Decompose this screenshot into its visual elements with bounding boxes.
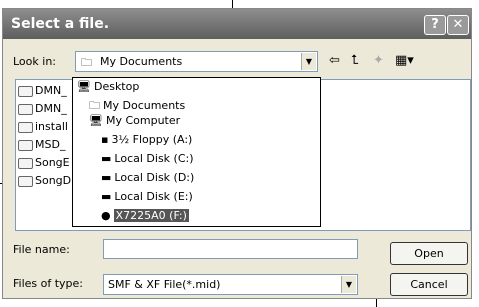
dropdown-item-local-disk-e[interactable]: ▬ Local Disk (E:) — [101, 190, 193, 206]
look-in-label: Look in: — [13, 55, 56, 68]
folder-icon — [18, 103, 33, 115]
look-in-value: My Documents — [100, 55, 183, 68]
folder-icon — [18, 175, 33, 187]
disk-icon: ▬ — [101, 152, 112, 165]
dropdown-item-my-computer[interactable]: 🖥 My Computer — [89, 114, 180, 130]
file-name-input[interactable] — [103, 239, 358, 259]
files-of-type-select[interactable]: SMF & XF File(*.mid) ▼ — [103, 274, 358, 295]
help-button[interactable]: ? — [424, 15, 446, 35]
dropdown-item-local-disk-c[interactable]: ▬ Local Disk (C:) — [101, 152, 194, 168]
removable-drive-icon: ● — [101, 209, 111, 222]
list-item[interactable]: MSD_ — [18, 138, 65, 154]
folder-icon — [18, 85, 33, 97]
dropdown-item-desktop[interactable]: 🖥 Desktop — [77, 80, 139, 96]
list-item[interactable]: DMN_ — [18, 102, 67, 118]
title-bar: Select a file. ? ✕ — [3, 9, 471, 39]
cancel-button[interactable]: Cancel — [390, 273, 468, 296]
list-item[interactable]: SongD — [18, 174, 71, 190]
dropdown-item-local-disk-d[interactable]: ▬ Local Disk (D:) — [101, 171, 194, 187]
close-button[interactable]: ✕ — [447, 15, 469, 35]
files-of-type-label: Files of type: — [13, 277, 84, 290]
folder-icon — [18, 121, 33, 133]
look-in-dropdown: 🖥 Desktop 🗀 My Documents 🖥 My Computer ▪ 3½ … — [72, 77, 321, 227]
folder-icon: 🗀 — [81, 56, 92, 69]
dropdown-item-removable-f[interactable]: ● X7225A0 (F:) — [101, 209, 189, 225]
disk-icon: ▬ — [101, 190, 112, 203]
desktop-icon: 🖥 — [77, 80, 91, 93]
select-file-dialog: Select a file. ? ✕ Look in: 🗀 My Documen… — [2, 8, 472, 299]
folder-icon — [18, 139, 33, 151]
dropdown-item-floppy[interactable]: ▪ 3½ Floppy (A:) — [101, 133, 192, 149]
look-in-select[interactable]: 🗀 My Documents ▼ — [75, 51, 318, 72]
dialog-title: Select a file. — [11, 16, 110, 32]
files-of-type-value: SMF & XF File(*.mid) — [108, 278, 221, 291]
chevron-down-icon[interactable]: ▼ — [341, 276, 356, 293]
new-folder-icon[interactable]: ✦ — [373, 53, 384, 68]
file-name-label: File name: — [13, 243, 70, 256]
back-icon[interactable]: ⇦ — [329, 53, 340, 68]
list-item[interactable]: DMN_ — [18, 84, 67, 100]
views-menu-icon[interactable]: ▦▾ — [395, 53, 414, 68]
floppy-icon: ▪ — [101, 133, 109, 146]
up-folder-icon[interactable]: ⮤ — [351, 53, 359, 68]
list-item[interactable]: install — [18, 120, 68, 136]
dropdown-item-my-documents[interactable]: 🗀 My Documents — [89, 97, 185, 113]
folder-icon — [18, 157, 33, 169]
open-button[interactable]: Open — [390, 242, 468, 265]
computer-icon: 🖥 — [89, 114, 103, 127]
list-item[interactable]: SongE — [18, 156, 70, 172]
disk-icon: ▬ — [101, 171, 112, 184]
chevron-down-icon[interactable]: ▼ — [301, 53, 316, 70]
